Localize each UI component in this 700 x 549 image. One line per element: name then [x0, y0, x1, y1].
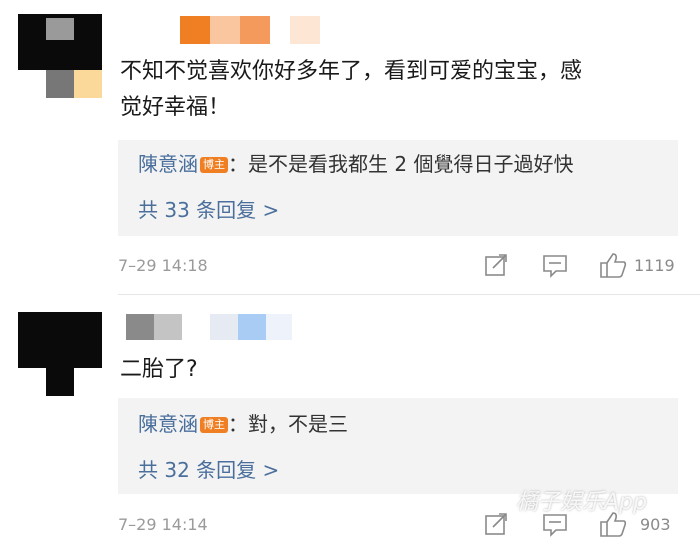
reply-author[interactable]: 陳意涵 — [138, 152, 198, 176]
username[interactable] — [126, 314, 292, 340]
share-icon[interactable] — [484, 512, 510, 536]
username[interactable] — [180, 16, 320, 44]
author-badge: 博主 — [200, 417, 228, 433]
divider — [118, 294, 700, 295]
avatar[interactable] — [18, 312, 102, 396]
reply-text: ：是不是看我都生 2 個覺得日子過好快 — [228, 152, 574, 176]
like-count: 903 — [640, 515, 671, 534]
reply-box[interactable]: 陳意涵 博主 ：是不是看我都生 2 個覺得日子過好快 共 33 条回复 > — [118, 140, 678, 236]
avatar[interactable] — [18, 14, 102, 98]
comment-text-line: 觉好幸福！ — [120, 95, 231, 120]
comment-icon[interactable] — [542, 513, 570, 537]
share-icon[interactable] — [484, 253, 510, 277]
reply-author[interactable]: 陳意涵 — [138, 412, 198, 436]
comment-icon[interactable] — [542, 254, 570, 278]
author-badge: 博主 — [200, 157, 228, 173]
comment-time: 7–29 14:18 — [118, 256, 208, 275]
more-replies-link[interactable]: 共 32 条回复 > — [138, 454, 279, 483]
like-count: 1119 — [634, 256, 675, 275]
more-replies-link[interactable]: 共 33 条回复 > — [138, 194, 279, 223]
reply-text: ：對，不是三 — [228, 412, 348, 436]
watermark: 橘子娱乐App — [516, 490, 647, 515]
thumbs-up-icon[interactable] — [598, 251, 628, 279]
comment-text: 二胎了? — [120, 357, 198, 382]
comment-time: 7–29 14:14 — [118, 515, 208, 534]
reply-box[interactable]: 陳意涵 博主 ：對，不是三 共 32 条回复 > — [118, 398, 678, 494]
comment-text: 不知不觉喜欢你好多年了，看到可爱的宝宝，感 觉好幸福！ — [120, 54, 690, 126]
comment-text-line: 不知不觉喜欢你好多年了，看到可爱的宝宝，感 — [120, 59, 583, 84]
